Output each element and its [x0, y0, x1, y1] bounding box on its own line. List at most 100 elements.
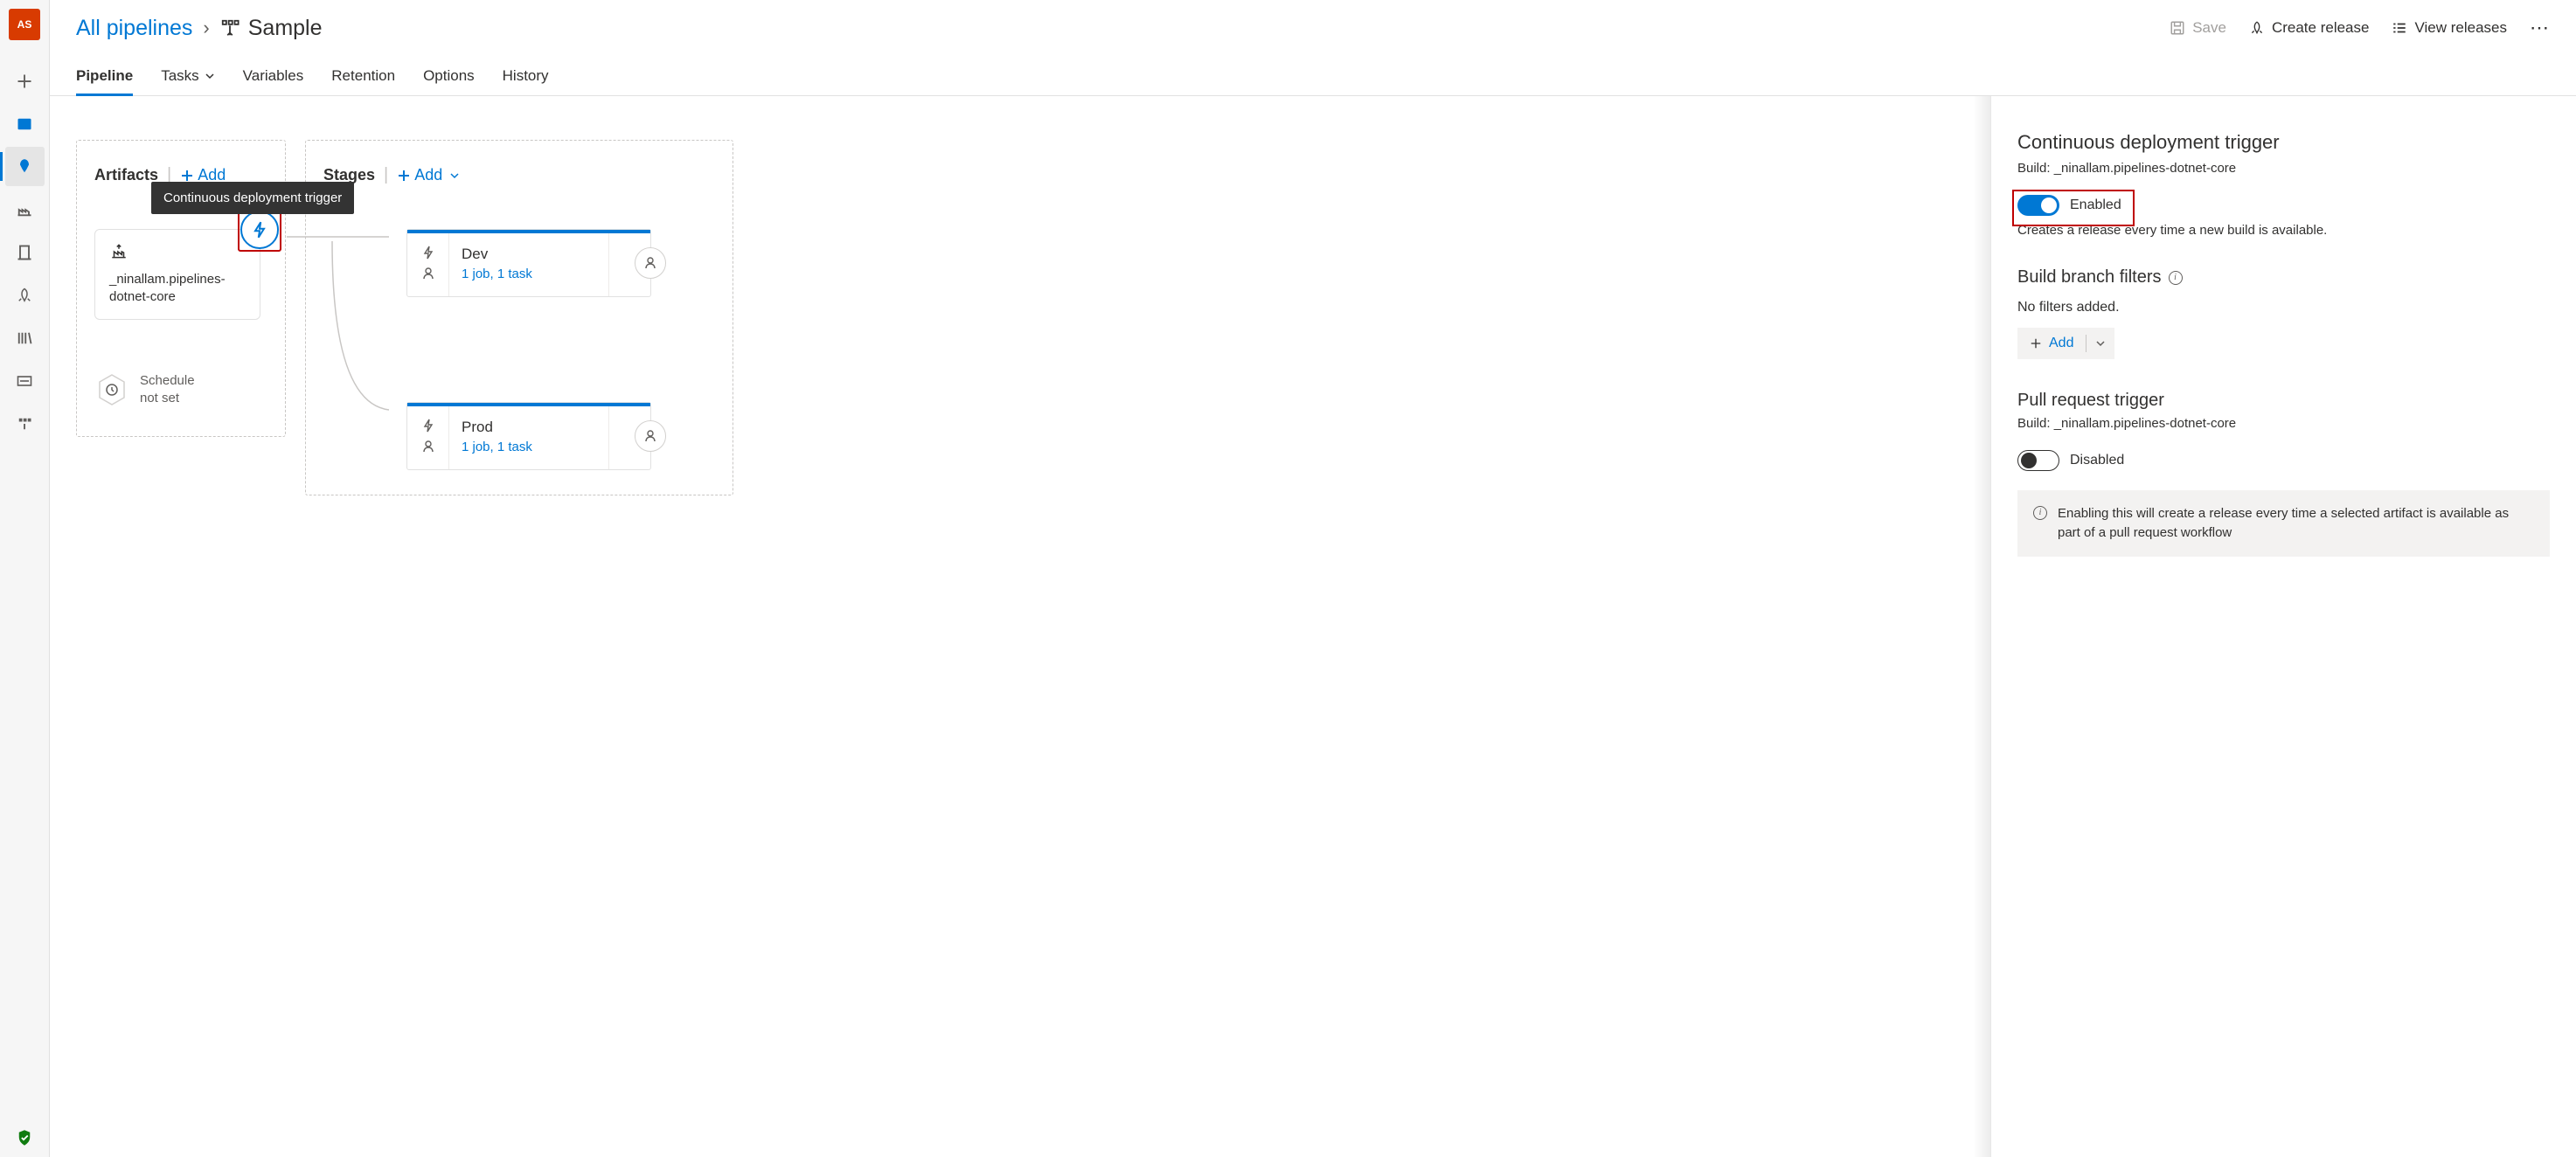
nav-sidebar: AS — [0, 0, 50, 1157]
pr-trigger-title: Pull request trigger — [2017, 391, 2550, 411]
stage-card-dev[interactable]: Dev 1 job, 1 task — [406, 229, 651, 297]
nav-add[interactable] — [5, 61, 45, 100]
artifacts-column: Artifacts | Add Continuous deployment tr… — [76, 140, 286, 437]
add-stage-button[interactable]: Add — [397, 166, 460, 184]
nav-servers[interactable] — [5, 232, 45, 272]
content-split: Artifacts | Add Continuous deployment tr… — [50, 96, 2576, 1157]
tab-tasks[interactable]: Tasks — [161, 56, 214, 96]
main-area: All pipelines › Sample Save Create relea… — [50, 0, 2576, 1157]
stage-tasks-link[interactable]: 1 job, 1 task — [462, 440, 596, 454]
chevron-down-icon — [2095, 338, 2106, 349]
rocket-icon — [16, 158, 33, 176]
server-icon — [16, 244, 33, 261]
shield-check-icon — [16, 1129, 33, 1147]
pr-info-text: Enabling this will create a release ever… — [2058, 504, 2534, 543]
schedule-badge — [94, 372, 129, 407]
project-avatar[interactable]: AS — [9, 9, 40, 40]
schedule-row[interactable]: Schedule not set — [94, 372, 267, 407]
nav-rocket[interactable] — [5, 275, 45, 315]
person-icon — [643, 256, 657, 270]
cd-trigger-button[interactable] — [240, 211, 279, 249]
clock-icon — [105, 383, 119, 397]
library-icon — [16, 329, 33, 347]
artifacts-title: Artifacts — [94, 166, 158, 184]
chevron-down-icon — [449, 170, 460, 181]
header-row: All pipelines › Sample Save Create relea… — [50, 0, 2576, 56]
taskgroup-icon — [16, 372, 33, 390]
stage-post-conditions[interactable] — [635, 420, 666, 452]
nav-status-shield[interactable] — [5, 1118, 45, 1157]
pr-toggle[interactable] — [2017, 450, 2059, 471]
breadcrumb-all-pipelines[interactable]: All pipelines — [76, 16, 192, 41]
plus-icon — [397, 169, 411, 183]
nav-library[interactable] — [5, 318, 45, 357]
cd-toggle-description: Creates a release every time a new build… — [2017, 223, 2550, 238]
schedule-text: Schedule not set — [140, 372, 195, 406]
breadcrumb-separator: › — [203, 17, 209, 39]
build-source-icon — [109, 242, 128, 261]
boards-icon — [16, 115, 33, 133]
pipeline-name[interactable]: Sample — [248, 16, 323, 41]
list-icon — [2392, 20, 2407, 36]
branch-filters-empty: No filters added. — [2017, 300, 2550, 315]
add-filter-button[interactable]: Add — [2017, 328, 2114, 359]
cd-trigger-title: Continuous deployment trigger — [2017, 131, 2550, 154]
tab-history[interactable]: History — [503, 56, 549, 96]
stage-name: Prod — [462, 419, 596, 436]
person-icon — [421, 440, 435, 454]
nav-overview[interactable] — [5, 104, 45, 143]
person-icon — [421, 267, 435, 281]
more-actions-button[interactable]: ⋯ — [2530, 17, 2550, 39]
stage-name: Dev — [462, 246, 596, 263]
person-icon — [643, 429, 657, 443]
deploy-icon — [16, 415, 33, 433]
artifact-name: _ninallam.pipelines-dotnet-core — [109, 271, 246, 307]
add-filter-dropdown[interactable] — [2086, 328, 2114, 359]
pr-toggle-label: Disabled — [2070, 453, 2124, 468]
nav-deploy[interactable] — [5, 404, 45, 443]
stage-post-conditions[interactable] — [635, 247, 666, 279]
nav-tasks[interactable] — [5, 361, 45, 400]
tab-variables[interactable]: Variables — [243, 56, 304, 96]
stages-column: Stages | Add — [305, 140, 733, 495]
header-actions: Save Create release View releases ⋯ — [2170, 17, 2550, 39]
create-release-button[interactable]: Create release — [2249, 19, 2370, 37]
rocket-icon — [2249, 20, 2265, 36]
pipeline-icon — [220, 18, 240, 38]
stage-card-prod[interactable]: Prod 1 job, 1 task — [406, 402, 651, 470]
artifact-card[interactable]: _ninallam.pipelines-dotnet-core — [94, 229, 260, 320]
pr-info-box: i Enabling this will create a release ev… — [2017, 490, 2550, 557]
tabs-row: Pipeline Tasks Variables Retention Optio… — [50, 56, 2576, 96]
plus-icon — [180, 169, 194, 183]
lightning-icon — [421, 419, 435, 433]
branch-filters-title: Build branch filters i — [2017, 267, 2550, 288]
save-button: Save — [2170, 19, 2226, 37]
cd-toggle[interactable] — [2017, 195, 2059, 216]
pr-toggle-row: Disabled — [2017, 450, 2550, 471]
info-icon: i — [2033, 506, 2047, 520]
trigger-panel: Continuous deployment trigger Build: _ni… — [1990, 96, 2576, 1157]
lightning-icon — [421, 246, 435, 260]
stage-tasks-link[interactable]: 1 job, 1 task — [462, 267, 596, 281]
rocket-outline-icon — [16, 287, 33, 304]
lightning-icon — [251, 221, 268, 239]
factory-icon — [16, 201, 33, 218]
nav-pipelines[interactable] — [5, 147, 45, 186]
cd-toggle-label: Enabled — [2070, 197, 2121, 213]
tab-options[interactable]: Options — [423, 56, 475, 96]
stage-pre-conditions[interactable] — [407, 230, 449, 296]
cd-trigger-build: Build: _ninallam.pipelines-dotnet-core — [2017, 161, 2550, 176]
nav-builds[interactable] — [5, 190, 45, 229]
chevron-down-icon — [205, 71, 215, 81]
designer-canvas: Artifacts | Add Continuous deployment tr… — [50, 96, 1990, 1157]
info-icon[interactable]: i — [2169, 271, 2183, 285]
plus-icon — [2030, 337, 2042, 350]
save-icon — [2170, 20, 2185, 36]
cd-trigger-tooltip: Continuous deployment trigger — [151, 182, 354, 214]
pr-trigger-build: Build: _ninallam.pipelines-dotnet-core — [2017, 416, 2550, 431]
view-releases-button[interactable]: View releases — [2392, 19, 2507, 37]
stage-pre-conditions[interactable] — [407, 403, 449, 469]
plus-icon — [16, 73, 33, 90]
tab-pipeline[interactable]: Pipeline — [76, 56, 133, 96]
tab-retention[interactable]: Retention — [331, 56, 395, 96]
